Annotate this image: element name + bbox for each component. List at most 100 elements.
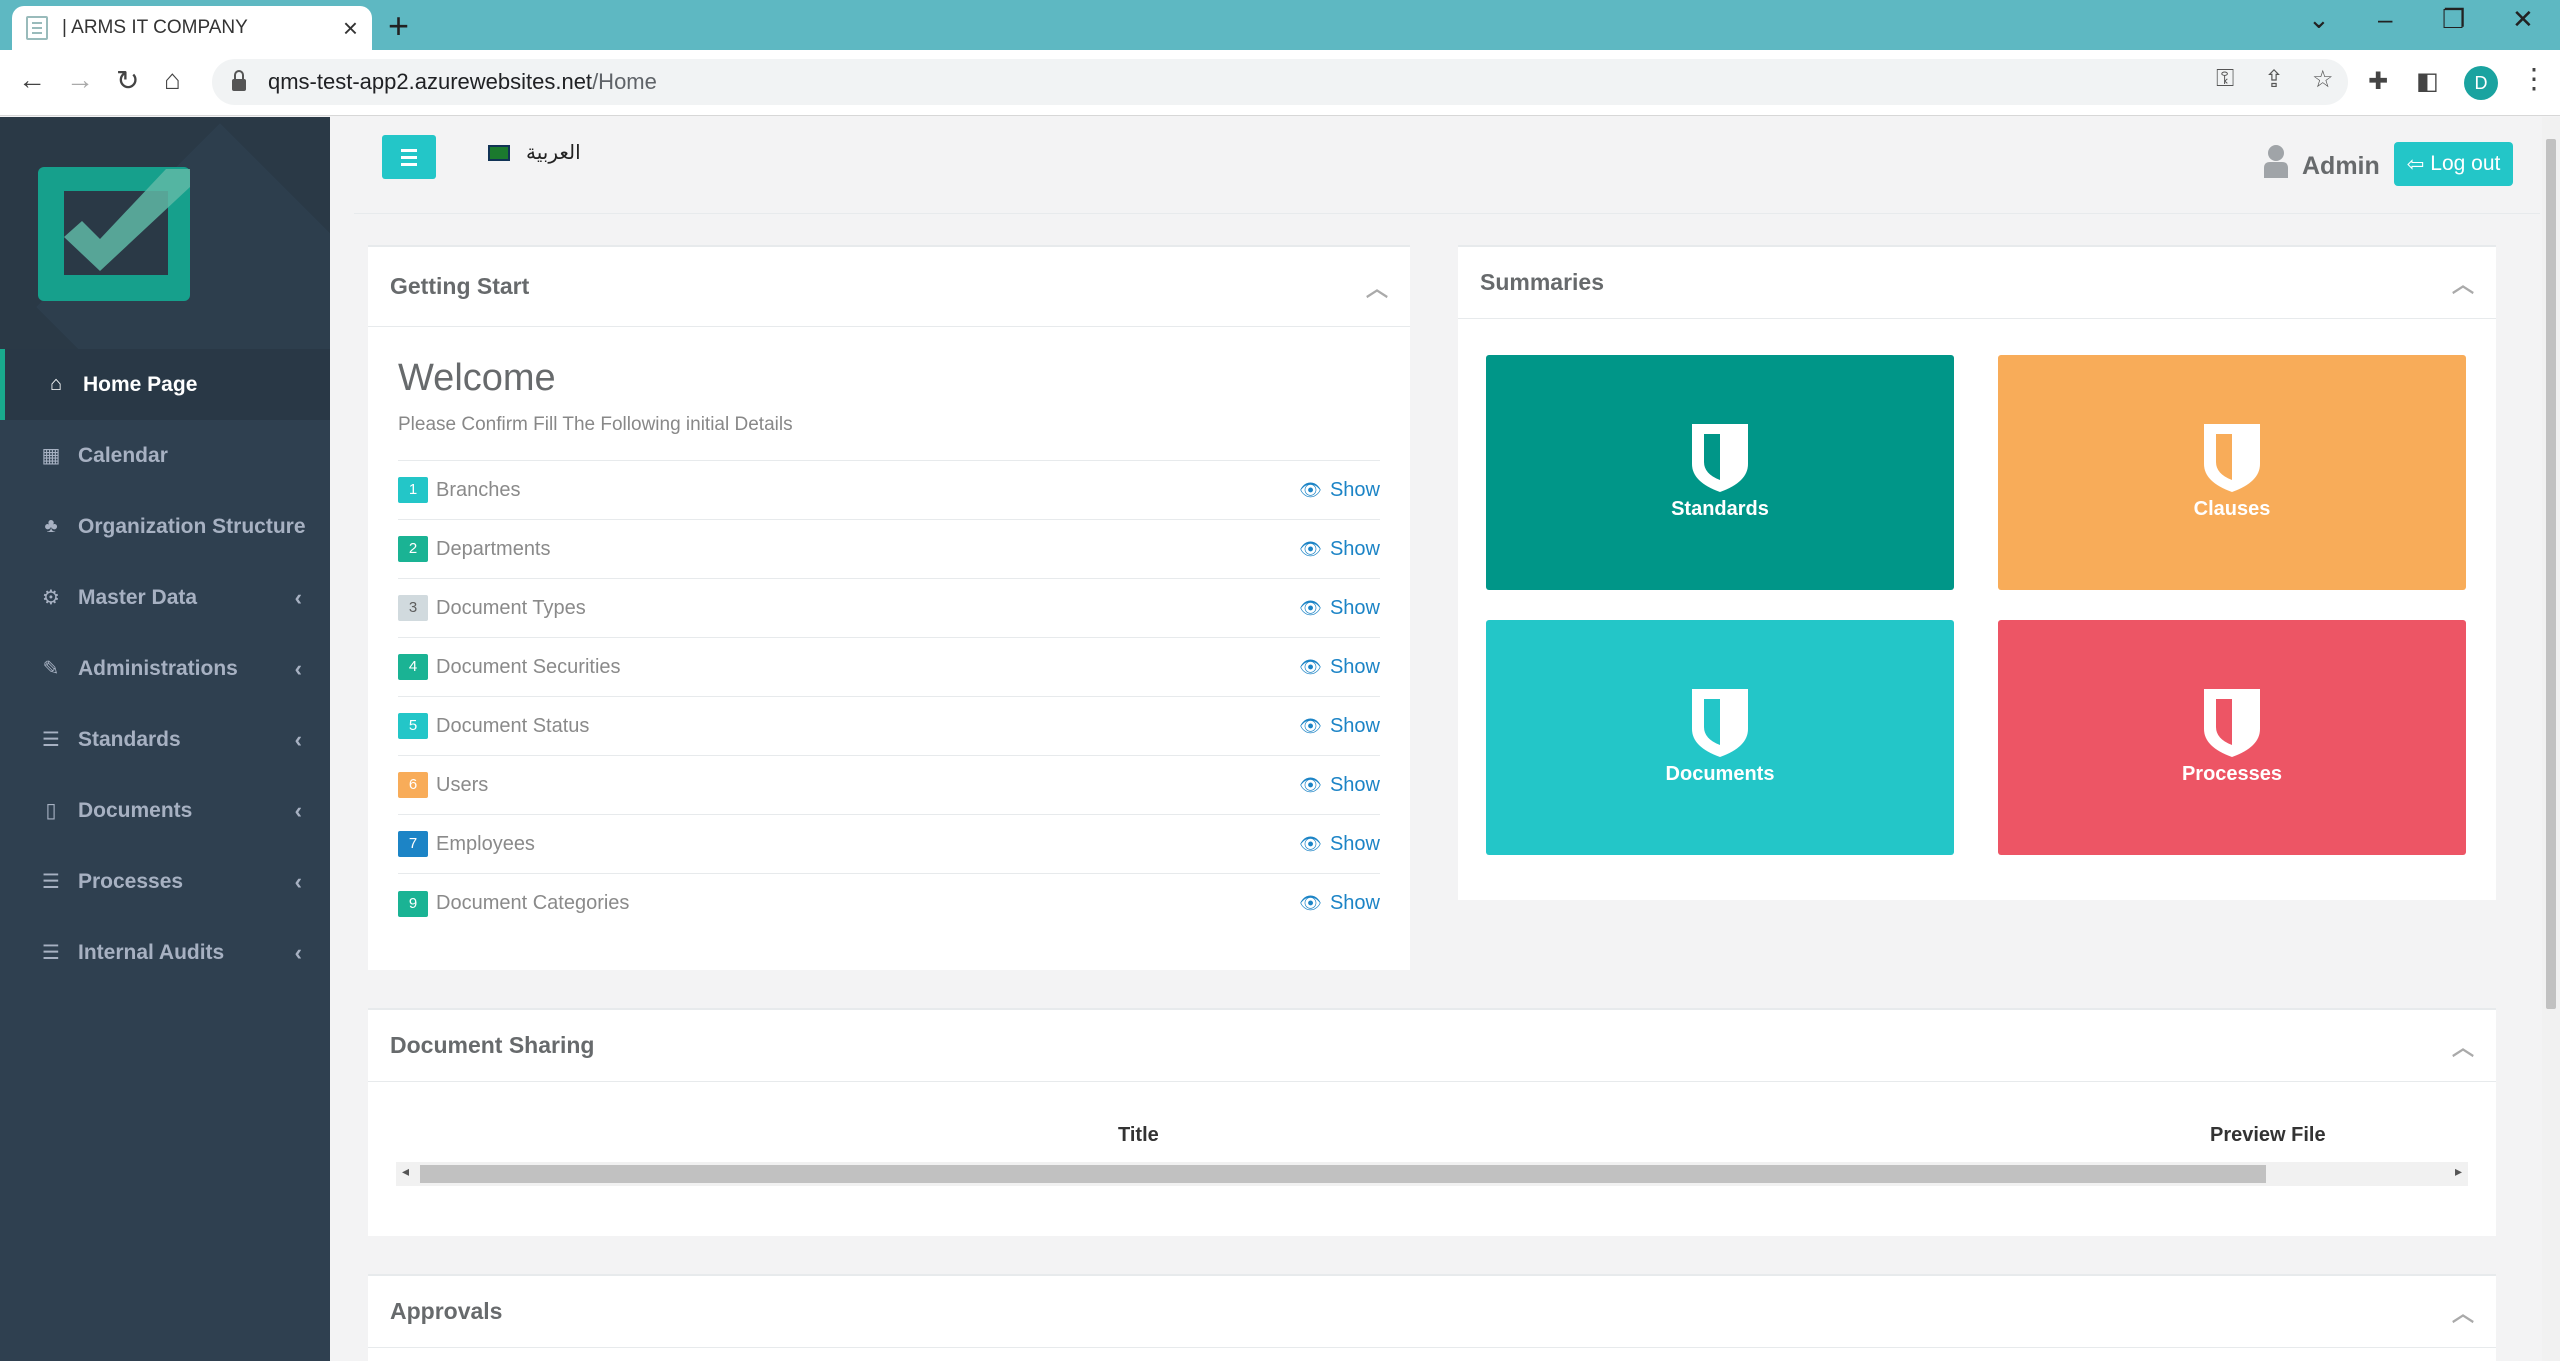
step-label: Document Status [436,714,590,737]
step-number-badge: 3 [398,595,428,621]
scroll-right-arrow-icon[interactable]: ▸ [2455,1163,2462,1180]
list-item: 6 Users 👁 Show [398,756,1380,815]
back-icon[interactable]: ← [18,64,46,96]
chevron-left-icon: ‹ [294,584,302,610]
show-link[interactable]: 👁 Show [1299,774,1380,797]
list-icon: ☰ [42,871,60,893]
show-link[interactable]: 👁 Show [1299,479,1380,502]
share-icon[interactable]: ⇪ [2264,65,2284,94]
new-tab-icon[interactable]: + [388,6,409,46]
chevron-left-icon: ‹ [294,655,302,681]
step-label: Document Categories [436,892,630,914]
tab-search-icon[interactable]: ⌄ [2308,4,2330,35]
close-window-icon[interactable]: ✕ [2512,4,2534,35]
collapse-chevron-icon[interactable]: ︿ [1366,271,1388,303]
clauses-tile[interactable]: Clauses [1998,355,2466,590]
home-icon: ⌂ [49,373,63,395]
browser-menu-icon[interactable]: ⋮ [2520,62,2548,95]
show-link[interactable]: 👁 Show [1299,833,1380,856]
show-link[interactable]: 👁 Show [1299,715,1380,738]
logo-checkbox-icon [38,167,190,301]
sidebar-item-processes[interactable]: ☰ Processes ‹ [0,846,330,917]
sidebar-item-home-page[interactable]: ⌂ Home Page [0,349,330,420]
list-item: 2 Departments 👁 Show [398,520,1380,579]
restore-icon[interactable]: ❐ [2442,4,2465,35]
sidebar-item-standards[interactable]: ☰ Standards ‹ [0,704,330,775]
panel-title: Summaries [1480,269,1605,295]
eye-icon: 👁 [1299,774,1322,795]
show-link[interactable]: 👁 Show [1299,656,1380,679]
processes-tile[interactable]: Processes [1998,620,2466,855]
eye-icon: 👁 [1299,479,1322,500]
column-header-title[interactable]: Title [1118,1124,1159,1147]
shield-icon [1692,424,1748,492]
page-favicon-icon [26,16,48,40]
sidebar-item-label: Processes [78,869,184,893]
home-browser-icon[interactable]: ⌂ [164,64,181,96]
key-icon[interactable]: ⚿ [2216,65,2234,93]
panel-header: Summaries ︿ [1458,247,2496,319]
menu-toggle-button[interactable] [382,135,436,179]
sidebar-item-administrations[interactable]: ✎ Administrations ‹ [0,633,330,704]
page-scrollbar[interactable] [2542,117,2560,1361]
shield-icon [1692,689,1748,757]
minimize-icon[interactable]: – [2378,4,2392,35]
side-panel-icon[interactable]: ◧ [2416,67,2439,96]
list-icon: ☰ [42,729,60,751]
sidebar-item-organization-structure[interactable]: ♣ Organization Structure [0,491,330,562]
collapse-chevron-icon[interactable]: ︿ [2452,267,2474,299]
logo-area [0,117,330,349]
star-icon[interactable]: ☆ [2312,65,2334,94]
documents-tile[interactable]: Documents [1486,620,1954,855]
panel-header: Getting Start ︿ [368,247,1410,327]
scroll-left-arrow-icon[interactable]: ◂ [402,1163,409,1180]
horizontal-scrollbar[interactable]: ◂ ▸ [396,1162,2468,1186]
shield-icon [2204,689,2260,757]
step-number-badge: 6 [398,772,428,798]
logout-icon: ⇦ [2406,152,2425,176]
step-label: Document Types [436,596,586,619]
step-number-badge: 2 [398,536,428,562]
logout-button[interactable]: ⇦ Log out [2394,142,2513,186]
chevron-left-icon: ‹ [294,868,302,894]
eye-icon: 👁 [1299,597,1322,618]
page-scrollbar-thumb[interactable] [2546,139,2556,1009]
tile-label: Documents [1665,763,1775,785]
show-link[interactable]: 👁 Show [1299,892,1380,915]
column-header-preview-file[interactable]: Preview File [2210,1124,2326,1147]
saudi-flag-icon[interactable] [488,145,510,161]
tile-label: Standards [1671,498,1769,520]
address-bar[interactable]: qms-test-app2.azurewebsites.net/Home ⚿ ⇪… [212,59,2348,105]
language-switch-link[interactable]: العربية [526,140,581,165]
close-tab-icon[interactable]: × [343,15,358,41]
sidebar-item-label: Standards [78,727,181,751]
profile-avatar[interactable]: D [2464,66,2498,100]
reload-icon[interactable]: ↻ [116,64,139,97]
sidebar-item-documents[interactable]: ▯ Documents ‹ [0,775,330,846]
step-label: Branches [436,478,521,501]
extensions-icon[interactable]: ✚ [2368,67,2388,96]
scrollbar-thumb[interactable] [420,1165,2266,1183]
forward-icon[interactable]: → [66,64,94,96]
header-divider [354,213,2540,214]
getting-start-panel: Getting Start ︿ Welcome Please Confirm F… [368,245,1410,970]
sidebar-item-label: Master Data [78,585,198,609]
step-number-badge: 9 [398,890,428,917]
url-path: /Home [592,69,657,94]
sidebar-item-calendar[interactable]: ▦ Calendar [0,420,330,491]
chevron-left-icon: ‹ [294,797,302,823]
document-sharing-table-header: Title Preview File [368,1106,2496,1166]
collapse-chevron-icon[interactable]: ︿ [2452,1030,2474,1062]
browser-tab[interactable]: | ARMS IT COMPANY × [12,6,372,50]
lock-icon[interactable] [232,70,246,91]
document-sharing-panel: Document Sharing ︿ Title Preview File ◂ … [368,1008,2496,1236]
sidebar-item-internal-audits[interactable]: ☰ Internal Audits ‹ [0,917,330,988]
show-link[interactable]: 👁 Show [1299,538,1380,561]
list-icon: ☰ [42,942,60,964]
list-item: 3 Document Types 👁 Show [398,579,1380,638]
standards-tile[interactable]: Standards [1486,355,1954,590]
chevron-left-icon: ‹ [294,726,302,752]
collapse-chevron-icon[interactable]: ︿ [2452,1296,2474,1328]
show-link[interactable]: 👁 Show [1299,597,1380,620]
sidebar-item-master-data[interactable]: ⚙ Master Data ‹ [0,562,330,633]
